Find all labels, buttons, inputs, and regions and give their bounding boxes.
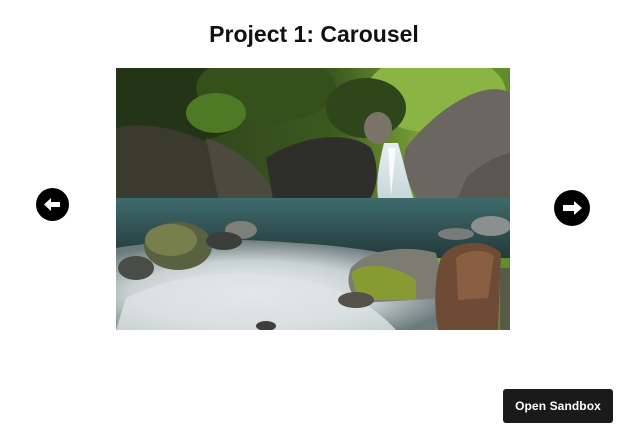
carousel-prev-button[interactable] [36, 188, 69, 221]
carousel-next-button[interactable] [554, 190, 590, 226]
page-title: Project 1: Carousel [209, 21, 419, 47]
arrow-left-icon [44, 198, 60, 211]
arrow-right-icon [562, 201, 582, 215]
waterfall-photo [116, 68, 510, 330]
carousel-image [116, 68, 510, 330]
open-sandbox-button[interactable]: Open Sandbox [503, 389, 613, 423]
